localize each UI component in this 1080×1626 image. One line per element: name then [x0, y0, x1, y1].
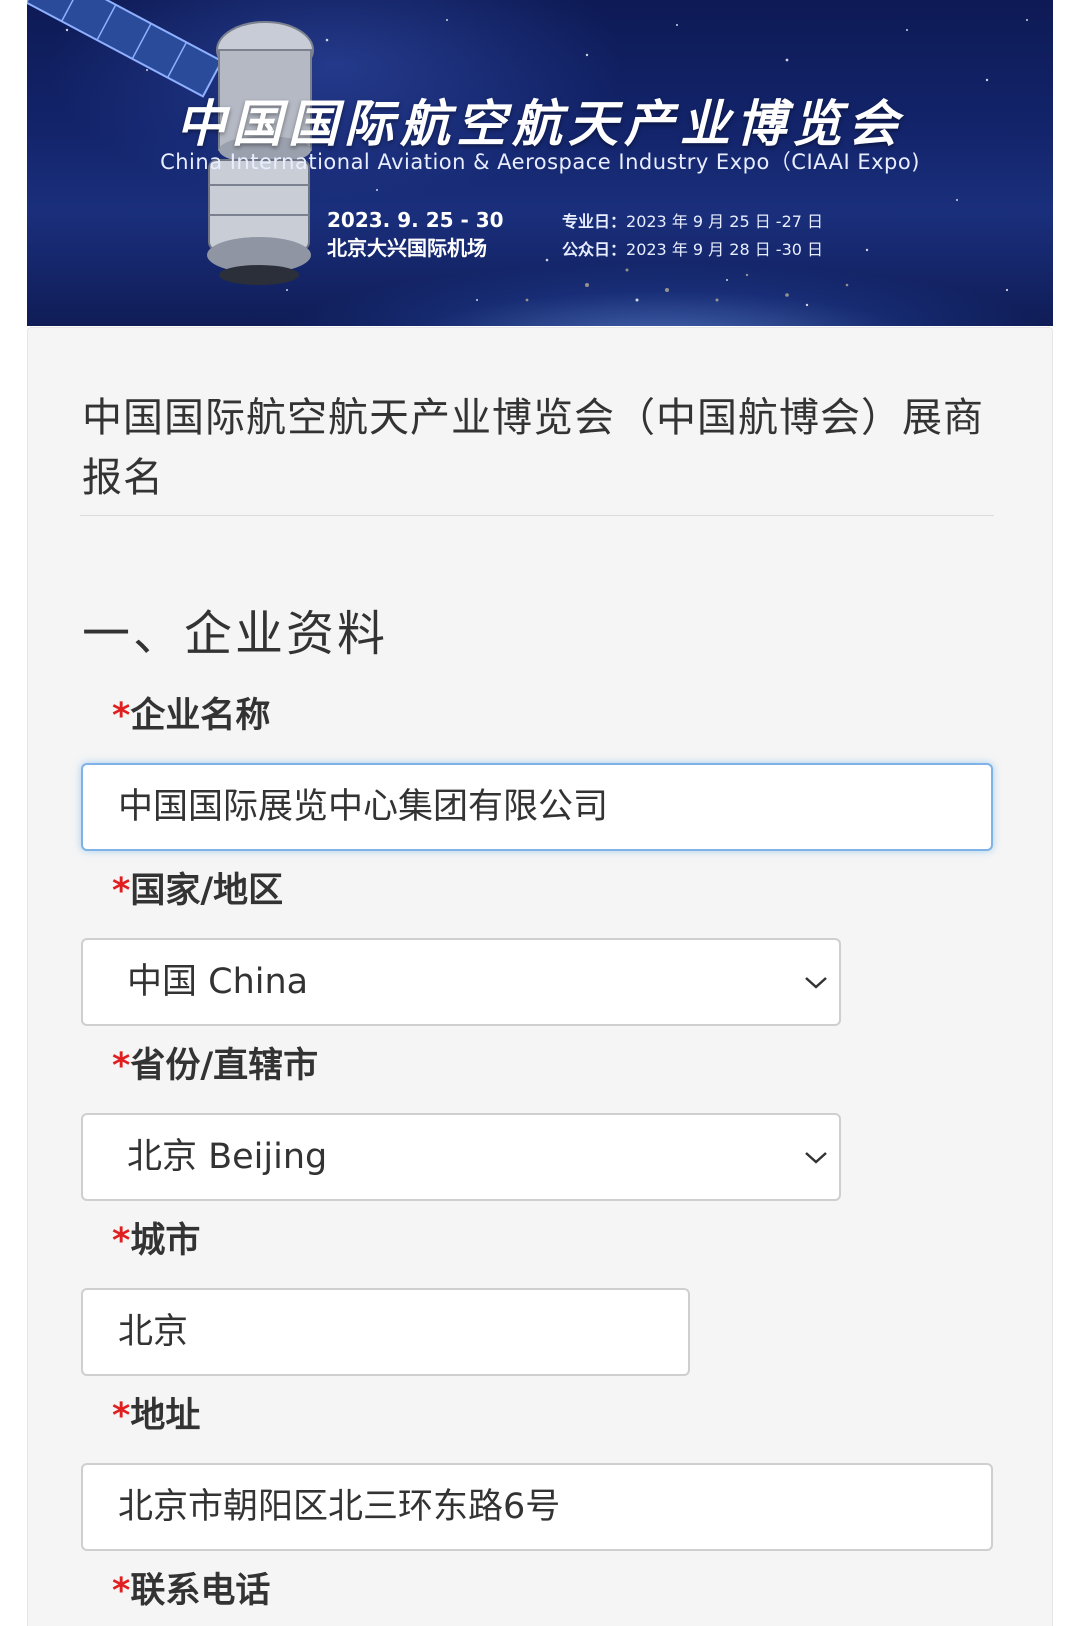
public-day-value: 2023 年 9 月 28 日 -30 日: [626, 240, 824, 259]
chevron-down-icon: [805, 1152, 827, 1164]
required-mark: *: [112, 1221, 131, 1261]
professional-day: 专业日：2023 年 9 月 25 日 -27 日: [562, 208, 823, 236]
chevron-down-icon: [805, 977, 827, 989]
address-label: *地址: [112, 1396, 201, 1436]
country-select[interactable]: 中国 China: [81, 938, 841, 1026]
expo-dates: 2023. 9. 25 - 30: [327, 208, 504, 232]
banner-subtitle: China International Aviation & Aerospace…: [160, 150, 920, 174]
required-mark: *: [112, 1396, 131, 1436]
address-input[interactable]: 北京市朝阳区北三环东路6号: [81, 1463, 993, 1551]
company-name-label: *企业名称: [112, 696, 271, 736]
registration-page: 中国国际航空航天产业博览会 China International Aviati…: [0, 0, 1080, 1626]
city-label: *城市: [112, 1221, 201, 1261]
professional-day-label: 专业日：: [562, 212, 627, 231]
expo-banner: 中国国际航空航天产业博览会 China International Aviati…: [27, 0, 1053, 326]
public-day-label: 公众日：: [562, 240, 627, 259]
title-divider: [80, 515, 994, 516]
country-label: *国家/地区: [112, 871, 284, 911]
required-mark: *: [112, 696, 131, 736]
required-mark: *: [112, 1046, 131, 1086]
section-title: 一、企业资料: [82, 606, 389, 662]
banner-schedule: 专业日：2023 年 9 月 25 日 -27 日 公众日：2023 年 9 月…: [562, 208, 823, 264]
province-select[interactable]: 北京 Beijing: [81, 1113, 841, 1201]
required-mark: *: [112, 871, 131, 911]
province-label: *省份/直辖市: [112, 1046, 319, 1086]
expo-venue: 北京大兴国际机场: [327, 236, 487, 260]
form-title: 中国国际航空航天产业博览会（中国航博会）展商报名: [82, 395, 984, 501]
phone-label: *联系电话: [112, 1571, 271, 1611]
company-name-input[interactable]: 中国国际展览中心集团有限公司: [81, 763, 993, 851]
professional-day-value: 2023 年 9 月 25 日 -27 日: [626, 212, 824, 231]
required-mark: *: [112, 1571, 131, 1611]
city-input[interactable]: 北京: [81, 1288, 690, 1376]
banner-date-venue: 2023. 9. 25 - 30 北京大兴国际机场: [327, 206, 504, 262]
public-day: 公众日：2023 年 9 月 28 日 -30 日: [562, 236, 823, 264]
